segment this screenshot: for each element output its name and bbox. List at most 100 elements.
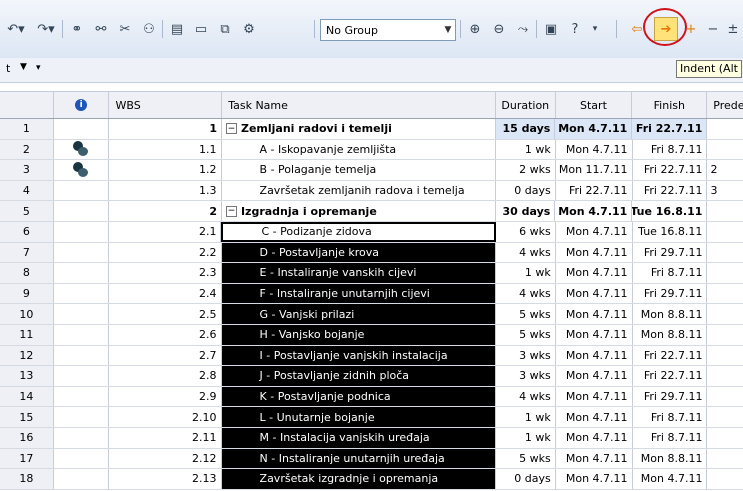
finish-cell[interactable]: Fri 22.7.11 (633, 160, 708, 180)
finish-cell[interactable]: Fri 8.7.11 (633, 263, 708, 283)
duration-cell[interactable]: 30 days (496, 201, 556, 221)
split-task-icon[interactable]: ✂ (114, 18, 136, 40)
task-information-icon[interactable]: ▤ (166, 18, 188, 40)
duration-cell[interactable]: 1 wk (496, 263, 556, 283)
publish-icon[interactable]: ⚙ (238, 18, 260, 40)
predecessors-cell[interactable] (707, 366, 743, 386)
finish-cell[interactable]: Fri 22.7.11 (632, 119, 708, 139)
header-finish[interactable]: Finish (632, 92, 708, 118)
task-name-cell[interactable]: − Zemljani radovi i temelji (222, 119, 496, 139)
duration-cell[interactable]: 5 wks (496, 448, 556, 469)
header-indicators[interactable]: i (54, 92, 110, 118)
row-id-cell[interactable]: 1 (0, 119, 54, 139)
task-name-cell[interactable]: D - Postavljanje krova (221, 242, 497, 263)
start-cell[interactable]: Mon 4.7.11 (556, 263, 633, 283)
table-row[interactable]: 11 2.6 H - Vanjsko bojanje 5 wks Mon 4.7.11 M… (0, 324, 743, 346)
duration-cell[interactable]: 3 wks (496, 345, 556, 366)
start-cell[interactable]: Mon 11.7.11 (556, 160, 633, 180)
table-row[interactable]: 6 2.1 C - Podizanje zidova 6 wks Mon 4.7.11 T… (0, 221, 743, 243)
task-name-cell[interactable]: J - Postavljanje zidnih ploča (221, 366, 497, 386)
wbs-cell[interactable]: 1.1 (109, 139, 222, 160)
row-id-cell[interactable]: 11 (0, 324, 54, 345)
row-id-cell[interactable]: 3 (0, 160, 54, 180)
predecessors-cell[interactable] (707, 387, 743, 407)
predecessors-cell[interactable] (707, 304, 743, 324)
collapse-icon[interactable]: − (225, 123, 237, 135)
header-predecessors[interactable]: Predec (707, 92, 743, 118)
table-row[interactable]: 3 1.2 B - Polaganje temelja 2 wks Mon 11.7.1… (0, 160, 743, 181)
unlink-tasks-icon[interactable]: ⚯ (90, 18, 112, 40)
start-cell[interactable]: Mon 4.7.11 (556, 427, 633, 448)
row-id-cell[interactable]: 6 (0, 221, 54, 242)
start-cell[interactable]: Mon 4.7.11 (556, 304, 633, 324)
row-id-cell[interactable]: 14 (0, 386, 54, 407)
finish-cell[interactable]: Fri 29.7.11 (633, 242, 708, 263)
table-row[interactable]: 18 2.13 Završetak izgradnje i opremanja 0 d… (0, 469, 743, 490)
task-name-cell[interactable]: E - Instaliranje vanskih cijevi (221, 263, 497, 283)
table-row[interactable]: 9 2.4 F - Instaliranje unutarnjih cijevi 4 … (0, 283, 743, 305)
finish-cell[interactable]: Fri 8.7.11 (633, 139, 708, 160)
copy-picture-wizard-icon[interactable]: ▣ (540, 18, 562, 40)
row-id-cell[interactable]: 17 (0, 448, 54, 469)
task-name-cell[interactable]: K - Postavljanje podnica (221, 386, 497, 407)
row-id-cell[interactable]: 16 (0, 427, 54, 448)
header-wbs[interactable]: WBS (109, 92, 223, 118)
table-row[interactable]: 10 2.5 G - Vanjski prilazi 5 wks Mon 4.7.11 M… (0, 304, 743, 325)
predecessors-cell[interactable]: 2 (707, 160, 743, 180)
chevron-down-icon[interactable]: ▼ (441, 25, 455, 35)
wbs-cell[interactable]: 1.3 (109, 180, 222, 201)
table-row[interactable]: 13 2.8 J - Postavljanje zidnih ploča 3 wks M… (0, 366, 743, 387)
header-duration[interactable]: Duration (496, 92, 556, 118)
row-id-cell[interactable]: 2 (0, 139, 54, 160)
finish-cell[interactable]: Fri 22.7.11 (633, 366, 708, 386)
wbs-cell[interactable]: 2.10 (109, 407, 222, 427)
zoom-in-icon[interactable]: ⊕ (464, 18, 486, 40)
start-cell[interactable]: Mon 4.7.11 (556, 407, 633, 427)
finish-cell[interactable]: Tue 16.8.11 (632, 201, 708, 221)
hide-subtasks-icon[interactable]: − (706, 18, 720, 40)
duration-cell[interactable]: 4 wks (496, 242, 556, 263)
chevron-down-icon[interactable]: ▼ (20, 62, 27, 72)
table-row[interactable]: 7 2.2 D - Postavljanje krova 4 wks Mon 4.7.1… (0, 242, 743, 264)
duration-cell[interactable]: 1 wk (496, 427, 556, 448)
help-icon[interactable]: ? (564, 18, 586, 40)
predecessors-cell[interactable] (707, 243, 743, 263)
duration-cell[interactable]: 2 wks (496, 160, 556, 180)
table-row[interactable]: 12 2.7 I - Postavljanje vanjskih instalaci… (0, 345, 743, 367)
predecessors-cell[interactable] (707, 469, 743, 489)
header-task-name[interactable]: Task Name (222, 92, 496, 118)
finish-cell[interactable]: Fri 22.7.11 (633, 345, 708, 366)
predecessors-cell[interactable] (707, 201, 743, 221)
toolbar-options-icon[interactable]: ▾ (36, 63, 41, 73)
predecessors-cell[interactable] (707, 263, 743, 283)
zoom-out-icon[interactable]: ⊖ (488, 18, 510, 40)
task-name-cell[interactable]: L - Unutarnje bojanje (221, 407, 497, 427)
finish-cell[interactable]: Fri 8.7.11 (633, 427, 708, 448)
wbs-cell[interactable]: 2.12 (109, 448, 222, 469)
finish-cell[interactable]: Fri 29.7.11 (633, 283, 708, 304)
table-row[interactable]: 2 1.1 A - Iskopavanje zemljišta 1 wk Mon 4.7… (0, 139, 743, 161)
predecessors-cell[interactable] (707, 140, 743, 160)
duration-cell[interactable]: 1 wk (496, 407, 556, 427)
predecessors-cell[interactable] (707, 407, 743, 427)
row-id-cell[interactable]: 7 (0, 242, 54, 263)
formatting-dropdown-label[interactable]: t (6, 62, 10, 75)
start-cell[interactable]: Mon 4.7.11 (556, 345, 633, 366)
table-row[interactable]: 4 1.3 Završetak zemljanih radova i temelja… (0, 180, 743, 202)
task-name-cell[interactable]: B - Polaganje temelja (222, 160, 497, 180)
start-cell[interactable]: Mon 4.7.11 (556, 469, 633, 489)
redo-button[interactable]: ↷▾ (32, 18, 60, 40)
row-id-cell[interactable]: 15 (0, 407, 54, 427)
start-cell[interactable]: Mon 4.7.11 (556, 366, 633, 386)
task-name-cell[interactable]: M - Instalacija vanjskih uređaja (221, 427, 497, 448)
row-id-cell[interactable]: 8 (0, 263, 54, 283)
table-row[interactable]: 16 2.11 M - Instalacija vanjskih uređaja 1 … (0, 427, 743, 449)
predecessors-cell[interactable] (707, 222, 743, 242)
predecessors-cell[interactable] (707, 346, 743, 366)
duration-cell[interactable]: 0 days (496, 469, 556, 489)
predecessors-cell[interactable] (707, 449, 743, 469)
duration-cell[interactable]: 4 wks (496, 283, 556, 304)
duration-cell[interactable]: 0 days (496, 180, 556, 201)
duration-cell[interactable]: 15 days (495, 119, 556, 139)
task-name-cell[interactable]: C - Podizanje zidova (221, 221, 497, 242)
